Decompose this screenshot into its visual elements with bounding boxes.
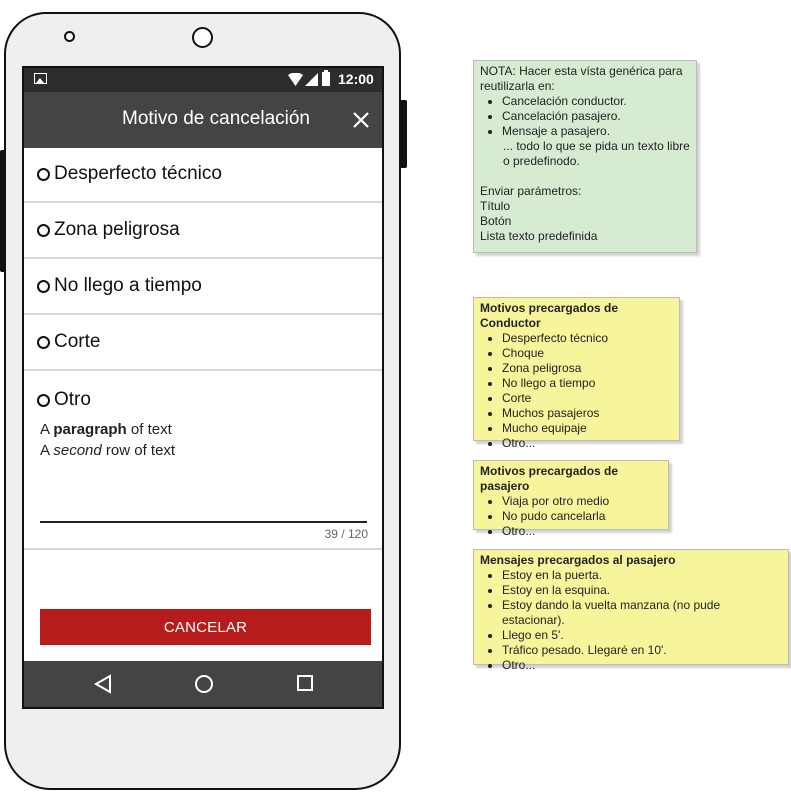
note-item: Llego en 5'. bbox=[502, 628, 782, 643]
note-item: Muchos pasajeros bbox=[502, 406, 673, 421]
camera-icon bbox=[192, 27, 213, 48]
note-item: Estoy dando la vuelta manzana (no pude e… bbox=[502, 598, 782, 628]
note-list: Estoy en la puerta. Estoy en la esquina.… bbox=[480, 568, 782, 673]
option-corte[interactable]: Corte bbox=[24, 316, 382, 371]
radio-icon[interactable] bbox=[37, 168, 50, 181]
volume-button bbox=[0, 150, 6, 272]
option-label: Corte bbox=[54, 331, 101, 352]
option-label: Zona peligrosa bbox=[54, 219, 180, 240]
note-param: Lista texto predefinida bbox=[480, 229, 598, 243]
text-line-1: A paragraph of text bbox=[40, 421, 172, 438]
navigation-bar bbox=[24, 661, 382, 707]
status-bar: 12:00 bbox=[24, 68, 382, 92]
radio-icon[interactable] bbox=[37, 336, 50, 349]
battery-icon bbox=[322, 70, 330, 86]
note-list: Cancelación conductor. Cancelación pasaj… bbox=[480, 94, 690, 139]
note-title: Motivos precargados de Conductor bbox=[480, 301, 619, 330]
back-icon[interactable] bbox=[94, 674, 112, 694]
note-param: Título bbox=[480, 199, 511, 213]
close-icon[interactable] bbox=[352, 111, 370, 129]
note-mensajes: Mensajes precargados al pasajero Estoy e… bbox=[473, 549, 789, 672]
note-item: Otro... bbox=[502, 436, 673, 451]
note-item: Desperfecto técnico bbox=[502, 331, 673, 346]
image-notification-icon bbox=[34, 73, 47, 84]
phone-screen: 12:00 Motivo de cancelación Desperfecto … bbox=[22, 66, 384, 709]
note-item: Estoy en la esquina. bbox=[502, 583, 782, 598]
home-icon[interactable] bbox=[194, 674, 214, 694]
speaker-icon bbox=[64, 31, 75, 42]
radio-icon[interactable] bbox=[37, 224, 50, 237]
char-counter: 39 / 120 bbox=[324, 527, 368, 541]
note-extra: ... todo lo que se pida un texto libre o… bbox=[503, 139, 690, 168]
note-list: Viaja por otro medio No pudo cancelarla … bbox=[480, 494, 662, 539]
note-item: Viaja por otro medio bbox=[502, 494, 662, 509]
option-otro[interactable]: Otro A paragraph of text A second row of… bbox=[24, 372, 382, 550]
note-item: Otro... bbox=[502, 524, 662, 539]
option-label: No llego a tiempo bbox=[54, 275, 202, 296]
note-item: Corte bbox=[502, 391, 673, 406]
note-intro: NOTA: Hacer esta vísta genérica para reu… bbox=[480, 64, 683, 93]
note-generic-view: NOTA: Hacer esta vísta genérica para reu… bbox=[473, 60, 697, 253]
recent-apps-icon[interactable] bbox=[296, 674, 314, 692]
note-item: No llego a tiempo bbox=[502, 376, 673, 391]
wifi-icon bbox=[288, 73, 303, 86]
note-item: Cancelación pasajero. bbox=[502, 109, 690, 124]
note-item: Estoy en la puerta. bbox=[502, 568, 782, 583]
cancel-button[interactable]: CANCELAR bbox=[40, 609, 371, 645]
note-param: Botón bbox=[480, 214, 512, 228]
signal-icon bbox=[305, 73, 318, 86]
note-item: Tráfico pesado. Llegaré en 10'. bbox=[502, 643, 782, 658]
option-label: Desperfecto técnico bbox=[54, 163, 222, 184]
note-item: No pudo cancelarla bbox=[502, 509, 662, 524]
free-text-area[interactable]: A paragraph of text A second row of text bbox=[40, 419, 175, 461]
note-pasajero: Motivos precargados de pasajero Viaja po… bbox=[473, 460, 669, 538]
text-line-2: A second row of text bbox=[40, 442, 176, 459]
note-item: Otro... bbox=[502, 658, 782, 673]
note-item: Zona peligrosa bbox=[502, 361, 673, 376]
note-list: Desperfecto técnico Choque Zona peligros… bbox=[480, 331, 673, 451]
dialog-title: Motivo de cancelación bbox=[122, 108, 310, 129]
note-item: Mucho equipaje bbox=[502, 421, 673, 436]
note-item: Cancelación conductor. bbox=[502, 94, 690, 109]
radio-icon[interactable] bbox=[37, 280, 50, 293]
note-item: Choque bbox=[502, 346, 673, 361]
power-button bbox=[400, 100, 407, 168]
option-zona-peligrosa[interactable]: Zona peligrosa bbox=[24, 204, 382, 259]
radio-icon[interactable] bbox=[37, 394, 50, 407]
option-desperfecto[interactable]: Desperfecto técnico bbox=[24, 148, 382, 203]
note-params-title: Enviar parámetros: bbox=[480, 184, 582, 198]
note-item: Mensaje a pasajero. bbox=[502, 124, 690, 139]
note-title: Mensajes precargados al pasajero bbox=[480, 553, 676, 567]
option-label: Otro bbox=[54, 389, 91, 410]
app-bar: Motivo de cancelación bbox=[24, 92, 382, 148]
text-field-underline bbox=[40, 521, 367, 523]
status-time: 12:00 bbox=[338, 71, 374, 87]
note-title: Motivos precargados de pasajero bbox=[480, 464, 619, 493]
note-conductor: Motivos precargados de Conductor Desperf… bbox=[473, 297, 680, 450]
option-no-llego[interactable]: No llego a tiempo bbox=[24, 260, 382, 315]
